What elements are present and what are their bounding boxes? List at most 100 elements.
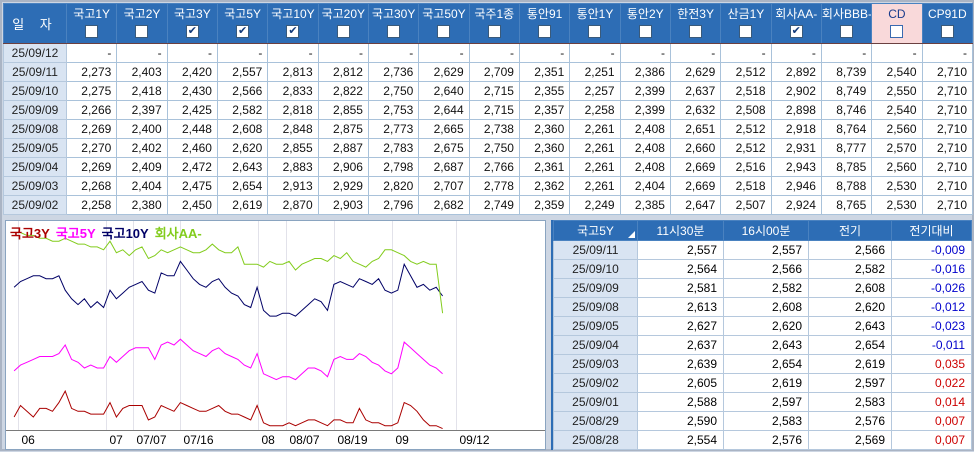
- col-header-1130: 11시30분: [637, 220, 724, 241]
- value-cell: 2,557: [723, 240, 809, 260]
- column-header-국고5Y[interactable]: 국고5Y ✔: [216, 3, 269, 44]
- column-header-CP91D[interactable]: CP91D: [921, 3, 974, 44]
- yield-cell: 2,918: [770, 119, 822, 139]
- column-header-통안2Y[interactable]: 통안2Y: [619, 3, 671, 44]
- yield-cell: 2,450: [166, 195, 218, 215]
- yield-cell: -: [65, 43, 118, 63]
- value-cell: 2,564: [637, 259, 724, 279]
- yield-cell: 2,530: [871, 195, 923, 215]
- yield-cell: 2,360: [518, 138, 571, 158]
- column-header-회사BBB-[interactable]: 회사BBB-: [820, 3, 873, 44]
- yield-cell: 2,750: [367, 81, 420, 101]
- yield-cell: 2,883: [267, 157, 319, 177]
- yield-cell: 2,903: [317, 195, 369, 215]
- column-checkbox-CP91D[interactable]: [940, 25, 954, 38]
- column-header-국고20Y[interactable]: 국고20Y: [317, 3, 369, 44]
- yield-cell: 2,619: [216, 195, 269, 215]
- yield-cell: 2,408: [619, 157, 671, 177]
- column-checkbox-CD[interactable]: [890, 25, 904, 38]
- detail-title: 국고5Y: [577, 224, 614, 238]
- yield-cell: 2,582: [216, 100, 269, 120]
- value-cell: 2,582: [723, 278, 809, 298]
- column-header-국고10Y[interactable]: 국고10Y ✔: [267, 3, 319, 44]
- detail-row: 25/09/04 2,637 2,643 2,654 -0,011: [553, 335, 972, 355]
- column-checkbox-국고2Y[interactable]: [135, 25, 149, 38]
- yield-cell: -: [367, 43, 420, 63]
- yield-cell: 2,560: [871, 119, 923, 139]
- column-header-국고30Y[interactable]: 국고30Y: [367, 3, 420, 44]
- yield-cell: 2,710: [921, 62, 974, 82]
- detail-row-date: 25/09/04: [553, 335, 638, 355]
- yield-cell: 2,400: [116, 119, 168, 139]
- yield-cell: -: [166, 43, 218, 63]
- yield-cell: 2,660: [669, 138, 722, 158]
- column-header-통안1Y[interactable]: 통안1Y: [569, 3, 621, 44]
- yield-grid-header: 일 자 국고1Y 국고2Y 국고3Y ✔ 국고5Y ✔ 국고10Y ✔ 국고20Y 국고30Y 국고5…: [3, 3, 974, 44]
- column-checkbox-국고1Y[interactable]: [85, 25, 99, 38]
- table-row: 25/09/04 2,269 2,409 2,472 2,643 2,883 2,906 2,…: [3, 157, 974, 177]
- yield-cell: 2,822: [317, 81, 369, 101]
- value-cell: 2,576: [723, 430, 809, 450]
- column-header-국주1종[interactable]: 국주1종: [468, 3, 520, 44]
- column-header-한전3Y[interactable]: 한전3Y: [669, 3, 722, 44]
- column-checkbox-국고20Y[interactable]: [336, 25, 350, 38]
- column-label: 국고3Y: [173, 7, 211, 21]
- column-label: 국고2Y: [123, 7, 161, 21]
- column-checkbox-국고5Y[interactable]: ✔: [236, 25, 250, 38]
- column-header-국고2Y[interactable]: 국고2Y: [116, 3, 168, 44]
- column-checkbox-회사BBB-[interactable]: [840, 25, 854, 38]
- yield-cell: 2,269: [65, 119, 118, 139]
- column-checkbox-통안2Y[interactable]: [638, 25, 652, 38]
- column-header-국고50Y[interactable]: 국고50Y: [418, 3, 470, 44]
- table-row: 25/09/09 2,266 2,397 2,425 2,582 2,818 2,855 2,…: [3, 100, 974, 120]
- yield-cell: 2,669: [669, 157, 722, 177]
- yield-cell: 2,687: [418, 157, 470, 177]
- svg-text:08/19: 08/19: [338, 433, 368, 447]
- column-header-통안91[interactable]: 통안91: [518, 3, 571, 44]
- column-header-CD[interactable]: CD: [871, 3, 923, 44]
- column-checkbox-국주1종[interactable]: [487, 25, 501, 38]
- value-cell: 2,557: [637, 240, 724, 260]
- row-date: 25/09/11: [3, 62, 67, 82]
- column-checkbox-국고10Y[interactable]: ✔: [286, 25, 300, 38]
- column-checkbox-회사AA-[interactable]: ✔: [789, 25, 803, 38]
- detail-title-header[interactable]: 국고5Y: [553, 220, 638, 241]
- value-cell: 2,554: [637, 430, 724, 450]
- svg-text:07/07: 07/07: [137, 433, 167, 447]
- yield-cell: -: [267, 43, 319, 63]
- yield-cell: 2,778: [468, 176, 520, 196]
- yield-cell: 2,257: [569, 81, 621, 101]
- yield-cell: 2,266: [65, 100, 118, 120]
- column-header-국고1Y[interactable]: 국고1Y: [65, 3, 118, 44]
- yield-cell: 2,249: [569, 195, 621, 215]
- yield-cell: 2,540: [871, 62, 923, 82]
- value-cell: 2,582: [808, 259, 892, 279]
- column-checkbox-한전3Y[interactable]: [689, 25, 703, 38]
- column-checkbox-통안1Y[interactable]: [588, 25, 602, 38]
- column-header-국고3Y[interactable]: 국고3Y ✔: [166, 3, 218, 44]
- column-checkbox-산금1Y[interactable]: [739, 25, 753, 38]
- yield-cell: 2,261: [569, 119, 621, 139]
- column-checkbox-통안91[interactable]: [538, 25, 552, 38]
- yield-cell: 2,273: [65, 62, 118, 82]
- column-label: 국고10Y: [271, 7, 315, 21]
- yield-cell: 2,512: [720, 62, 772, 82]
- column-checkbox-국고50Y[interactable]: [437, 25, 451, 38]
- detail-row: 25/08/28 2,554 2,576 2,569 0,007: [553, 430, 972, 450]
- yield-cell: 8,785: [820, 157, 873, 177]
- column-checkbox-국고30Y[interactable]: [387, 25, 401, 38]
- column-header-산금1Y[interactable]: 산금1Y: [720, 3, 772, 44]
- yield-cell: 2,508: [720, 100, 772, 120]
- yield-cell: 2,430: [166, 81, 218, 101]
- column-label: 국고50Y: [422, 7, 466, 21]
- yield-cell: 2,516: [720, 157, 772, 177]
- column-header-회사AA-[interactable]: 회사AA- ✔: [770, 3, 822, 44]
- value-cell: 2,588: [637, 392, 724, 412]
- yield-cell: 2,530: [871, 176, 923, 196]
- yield-cell: 2,269: [65, 157, 118, 177]
- yield-cell: -: [317, 43, 369, 63]
- yield-cell: 2,715: [468, 100, 520, 120]
- column-checkbox-국고3Y[interactable]: ✔: [185, 25, 199, 38]
- yield-cell: 2,637: [669, 81, 722, 101]
- value-cell: 2,608: [808, 278, 892, 298]
